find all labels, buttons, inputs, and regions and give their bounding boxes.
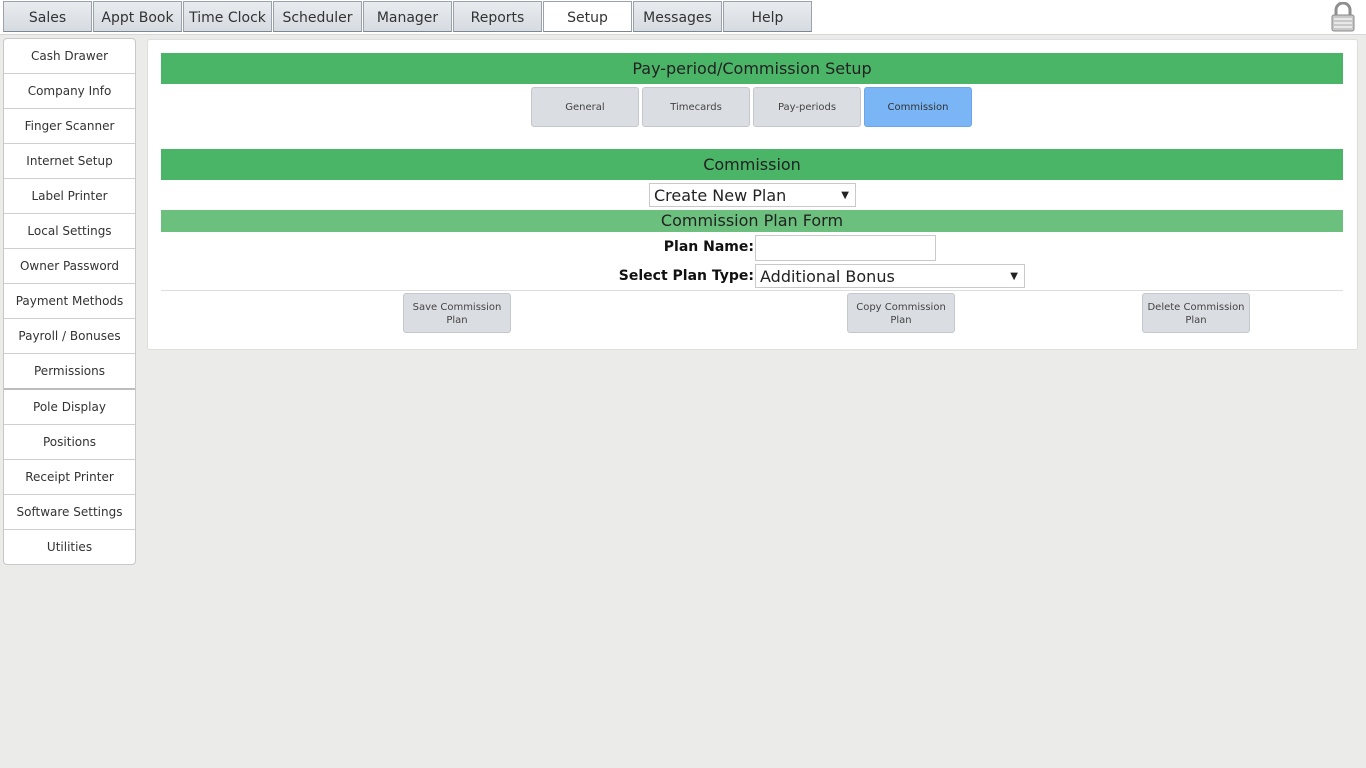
tab-setup[interactable]: Setup: [543, 1, 632, 32]
tab-help[interactable]: Help: [723, 1, 812, 32]
form-title: Commission Plan Form: [161, 210, 1343, 232]
page-title: Pay-period/Commission Setup: [161, 53, 1343, 84]
tab-reports[interactable]: Reports: [453, 1, 542, 32]
sidebar-item-utilities[interactable]: Utilities: [4, 530, 135, 564]
sidebar-item-cash-drawer[interactable]: Cash Drawer: [4, 39, 135, 74]
save-commission-plan-button[interactable]: Save Commission Plan: [403, 293, 511, 333]
sidebar-item-pole-display[interactable]: Pole Display: [4, 390, 135, 425]
setup-subtabs: General Timecards Pay-periods Commission: [531, 87, 975, 127]
sidebar-item-local-settings[interactable]: Local Settings: [4, 214, 135, 249]
tab-time-clock[interactable]: Time Clock: [183, 1, 272, 32]
tab-manager[interactable]: Manager: [363, 1, 452, 32]
sidebar-item-finger-scanner[interactable]: Finger Scanner: [4, 109, 135, 144]
subtab-general[interactable]: General: [531, 87, 639, 127]
plan-name-input[interactable]: [755, 235, 936, 261]
sidebar-item-positions[interactable]: Positions: [4, 425, 135, 460]
plan-name-label: Plan Name:: [663, 239, 754, 255]
main-tabs: Sales Appt Book Time Clock Scheduler Man…: [3, 1, 813, 32]
plan-type-label: Select Plan Type:: [618, 268, 754, 284]
sidebar-item-label-printer[interactable]: Label Printer: [4, 179, 135, 214]
plan-type-select[interactable]: Additional Bonus ▼: [755, 264, 1025, 288]
plan-type-value: Additional Bonus: [760, 267, 895, 286]
setup-sidebar: Cash Drawer Company Info Finger Scanner …: [3, 38, 136, 565]
tab-scheduler[interactable]: Scheduler: [273, 1, 362, 32]
tab-appt-book[interactable]: Appt Book: [93, 1, 182, 32]
subtab-commission[interactable]: Commission: [864, 87, 972, 127]
sidebar-item-owner-password[interactable]: Owner Password: [4, 249, 135, 284]
sidebar-item-receipt-printer[interactable]: Receipt Printer: [4, 460, 135, 495]
sidebar-item-company-info[interactable]: Company Info: [4, 74, 135, 109]
tab-messages[interactable]: Messages: [633, 1, 722, 32]
copy-commission-plan-button[interactable]: Copy Commission Plan: [847, 293, 955, 333]
subtab-timecards[interactable]: Timecards: [642, 87, 750, 127]
section-title: Commission: [161, 149, 1343, 180]
dropdown-arrow-icon: ▼: [841, 190, 849, 201]
dropdown-arrow-icon: ▼: [1010, 271, 1018, 282]
main-panel: Pay-period/Commission Setup General Time…: [147, 39, 1358, 350]
plan-select[interactable]: Create New Plan ▼: [649, 183, 856, 207]
sidebar-item-payroll-bonuses[interactable]: Payroll / Bonuses: [4, 319, 135, 354]
sidebar-item-internet-setup[interactable]: Internet Setup: [4, 144, 135, 179]
sidebar-item-permissions[interactable]: Permissions: [4, 354, 135, 390]
sidebar-item-payment-methods[interactable]: Payment Methods: [4, 284, 135, 319]
top-nav-bar: Sales Appt Book Time Clock Scheduler Man…: [0, 0, 1366, 35]
form-divider: [161, 290, 1343, 291]
sidebar-item-software-settings[interactable]: Software Settings: [4, 495, 135, 530]
plan-select-value: Create New Plan: [654, 186, 787, 205]
tab-sales[interactable]: Sales: [3, 1, 92, 32]
subtab-pay-periods[interactable]: Pay-periods: [753, 87, 861, 127]
delete-commission-plan-button[interactable]: Delete Commission Plan: [1142, 293, 1250, 333]
lock-icon[interactable]: [1330, 2, 1356, 32]
